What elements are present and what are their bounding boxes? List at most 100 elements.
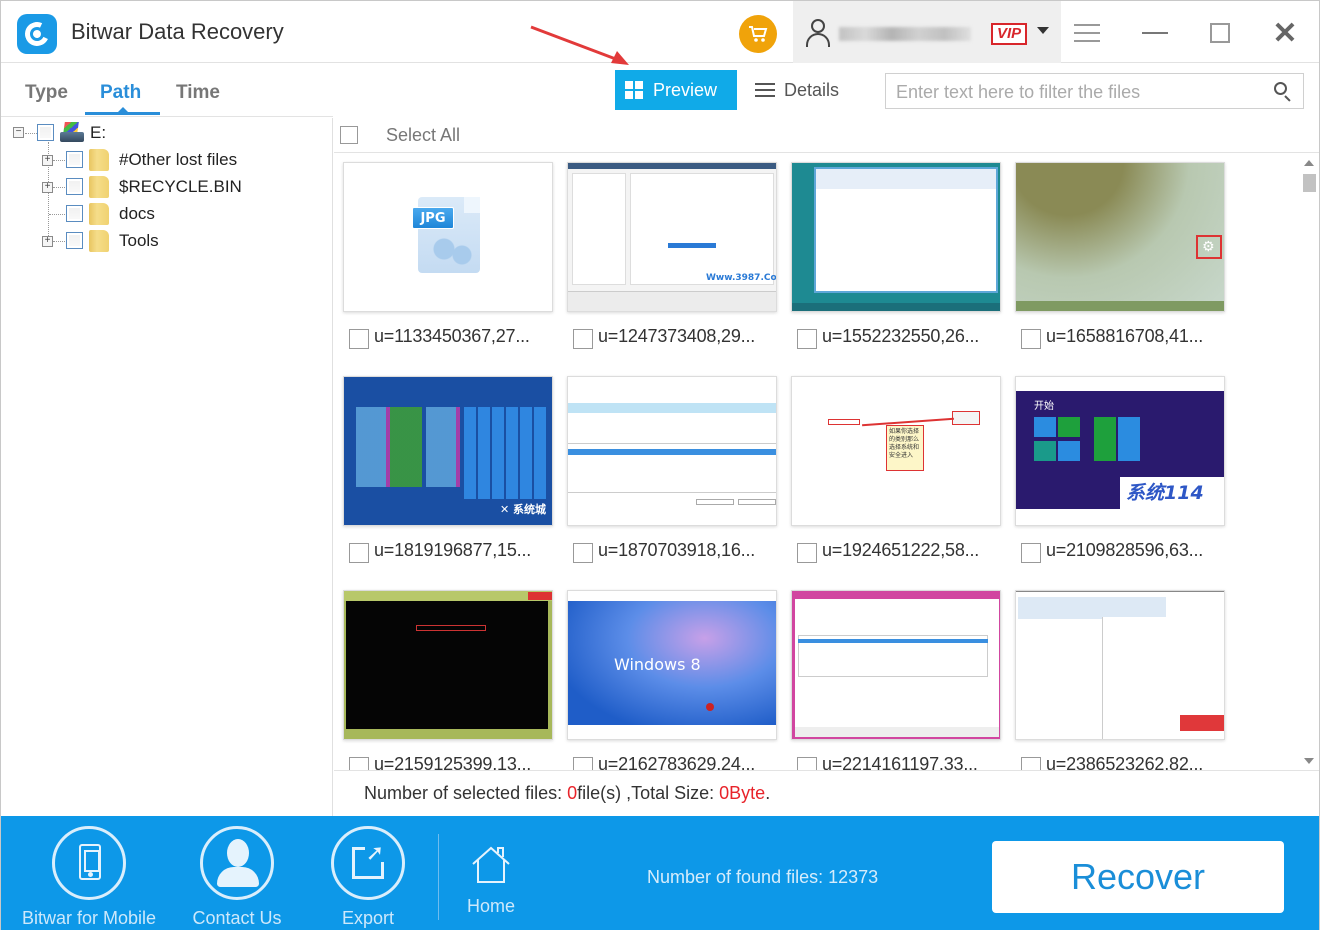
file-name: u=1247373408,29... <box>598 326 756 346</box>
file-item[interactable]: Www.3987.Com u=1247373408,29... <box>567 162 777 362</box>
tree-checkbox[interactable] <box>66 178 83 195</box>
vertical-scrollbar[interactable] <box>1300 154 1319 770</box>
analyze-btn <box>738 499 776 505</box>
maximize-button[interactable] <box>1200 15 1240 51</box>
file-checkbox[interactable] <box>1021 757 1041 770</box>
menu-button[interactable] <box>1067 15 1107 51</box>
file-thumbnail[interactable] <box>1015 590 1225 740</box>
file-item[interactable]: u=2159125399,13... <box>343 590 553 770</box>
tree-checkbox[interactable] <box>66 151 83 168</box>
file-name: u=2214161197,33... <box>822 754 978 770</box>
app-title: Bitwar Data Recovery <box>71 19 284 44</box>
file-item[interactable]: u=2214161197,33... <box>791 590 1001 770</box>
recover-button[interactable]: Recover <box>992 841 1284 913</box>
file-checkbox[interactable] <box>573 543 593 563</box>
search-icon[interactable] <box>1274 82 1294 102</box>
scroll-up-icon[interactable] <box>1304 160 1314 166</box>
file-item[interactable]: 开始 系统114 u=2109828596,63... <box>1015 376 1225 576</box>
file-checkbox[interactable] <box>349 543 369 563</box>
details-view-button[interactable]: Details <box>755 70 839 110</box>
contact-us-button[interactable]: Contact Us <box>187 826 287 929</box>
cmd-highlight <box>416 625 486 631</box>
bottom-action-bar: Bitwar for Mobile Contact Us Export Home… <box>1 816 1319 930</box>
tree-checkbox[interactable] <box>37 124 54 141</box>
file-thumbnail[interactable]: 如果你选择的类别那么选择系统和安全进入 <box>791 376 1001 526</box>
export-button[interactable]: Export <box>328 826 408 929</box>
tab-time[interactable]: Time <box>176 82 220 104</box>
file-checkbox[interactable] <box>1021 329 1041 349</box>
file-thumbnail[interactable] <box>567 376 777 526</box>
found-files-count: Number of found files: 12373 <box>647 867 879 887</box>
folder-icon <box>89 149 109 171</box>
file-checkbox[interactable] <box>573 329 593 349</box>
tree-guide <box>53 187 65 188</box>
bitwar-for-mobile-button[interactable]: Bitwar for Mobile <box>19 826 159 929</box>
tree-label: E: <box>90 123 107 142</box>
file-thumbnail[interactable]: ⚙ <box>1015 162 1225 312</box>
caret-down-icon[interactable] <box>1037 27 1049 34</box>
dialog-nav <box>572 173 626 285</box>
tree-node[interactable]: + $RECYCLE.BIN <box>1 175 331 199</box>
expand-icon[interactable]: + <box>42 182 53 193</box>
tree-checkbox[interactable] <box>66 205 83 222</box>
tree-node-root[interactable]: − E: <box>1 121 331 145</box>
tree-node[interactable]: + #Other lost files <box>1 148 331 172</box>
title-bar: Bitwar Data Recovery VIP ✕ <box>1 1 1319 63</box>
taskbar <box>792 303 1000 311</box>
user-account-menu[interactable]: VIP <box>793 1 1061 63</box>
scroll-down-icon[interactable] <box>1304 758 1314 764</box>
file-checkbox[interactable] <box>797 757 817 770</box>
preview-view-button[interactable]: Preview <box>615 70 737 110</box>
file-checkbox[interactable] <box>349 757 369 770</box>
drive-icon <box>60 122 84 144</box>
file-name: u=2162783629,24... <box>598 754 756 770</box>
collapse-icon[interactable]: − <box>13 127 24 138</box>
expand-icon[interactable]: + <box>42 155 53 166</box>
close-button[interactable]: ✕ <box>1265 15 1305 51</box>
tree-label: $RECYCLE.BIN <box>119 177 242 196</box>
select-all-checkbox[interactable] <box>340 126 358 144</box>
file-item[interactable]: u=1870703918,16... <box>567 376 777 576</box>
file-item[interactable]: 如果你选择的类别那么选择系统和安全进入 u=1924651222,58... <box>791 376 1001 576</box>
file-checkbox[interactable] <box>349 329 369 349</box>
file-thumbnail[interactable] <box>791 162 1001 312</box>
file-item[interactable]: JPG u=1133450367,27... <box>343 162 553 362</box>
tab-type[interactable]: Type <box>25 82 68 104</box>
folder-icon <box>89 230 109 252</box>
tree-node[interactable]: docs <box>1 202 331 226</box>
file-checkbox[interactable] <box>797 543 817 563</box>
explorer-ribbon <box>816 169 996 189</box>
app-logo-icon <box>17 14 57 54</box>
optimize-btn <box>696 499 734 505</box>
file-thumbnail[interactable]: Www.3987.Com <box>567 162 777 312</box>
expand-icon[interactable]: + <box>42 236 53 247</box>
file-item[interactable]: u=2386523262,82... <box>1015 590 1225 770</box>
file-name: u=2386523262,82... <box>1046 754 1204 770</box>
scroll-thumb[interactable] <box>1303 174 1316 192</box>
tree-node[interactable]: + Tools <box>1 229 331 253</box>
tree-guide <box>49 214 65 215</box>
home-button[interactable]: Home <box>459 844 523 917</box>
puzzle-graphic <box>432 237 472 267</box>
selected-row <box>798 639 988 643</box>
tree-checkbox[interactable] <box>66 232 83 249</box>
file-thumbnail[interactable]: Windows 8 <box>567 590 777 740</box>
file-thumbnail[interactable]: ✕ 系统城 <box>343 376 553 526</box>
select-all-label[interactable]: Select All <box>386 125 460 146</box>
file-checkbox[interactable] <box>1021 543 1041 563</box>
file-thumbnail[interactable]: JPG <box>343 162 553 312</box>
cart-button[interactable] <box>739 15 777 53</box>
file-checkbox[interactable] <box>797 329 817 349</box>
file-thumbnail[interactable]: 开始 系统114 <box>1015 376 1225 526</box>
file-thumbnail[interactable] <box>791 590 1001 740</box>
file-item[interactable]: ✕ 系统城 u=1819196877,15... <box>343 376 553 576</box>
minimize-button[interactable] <box>1135 15 1175 51</box>
file-thumbnail[interactable] <box>343 590 553 740</box>
file-name: u=1819196877,15... <box>374 540 532 560</box>
file-item[interactable]: u=1552232550,26... <box>791 162 1001 362</box>
filter-input[interactable] <box>896 80 1256 104</box>
file-item[interactable]: Windows 8 u=2162783629,24... <box>567 590 777 770</box>
file-item[interactable]: ⚙ u=1658816708,41... <box>1015 162 1225 362</box>
file-checkbox[interactable] <box>573 757 593 770</box>
tab-path[interactable]: Path <box>100 82 141 104</box>
